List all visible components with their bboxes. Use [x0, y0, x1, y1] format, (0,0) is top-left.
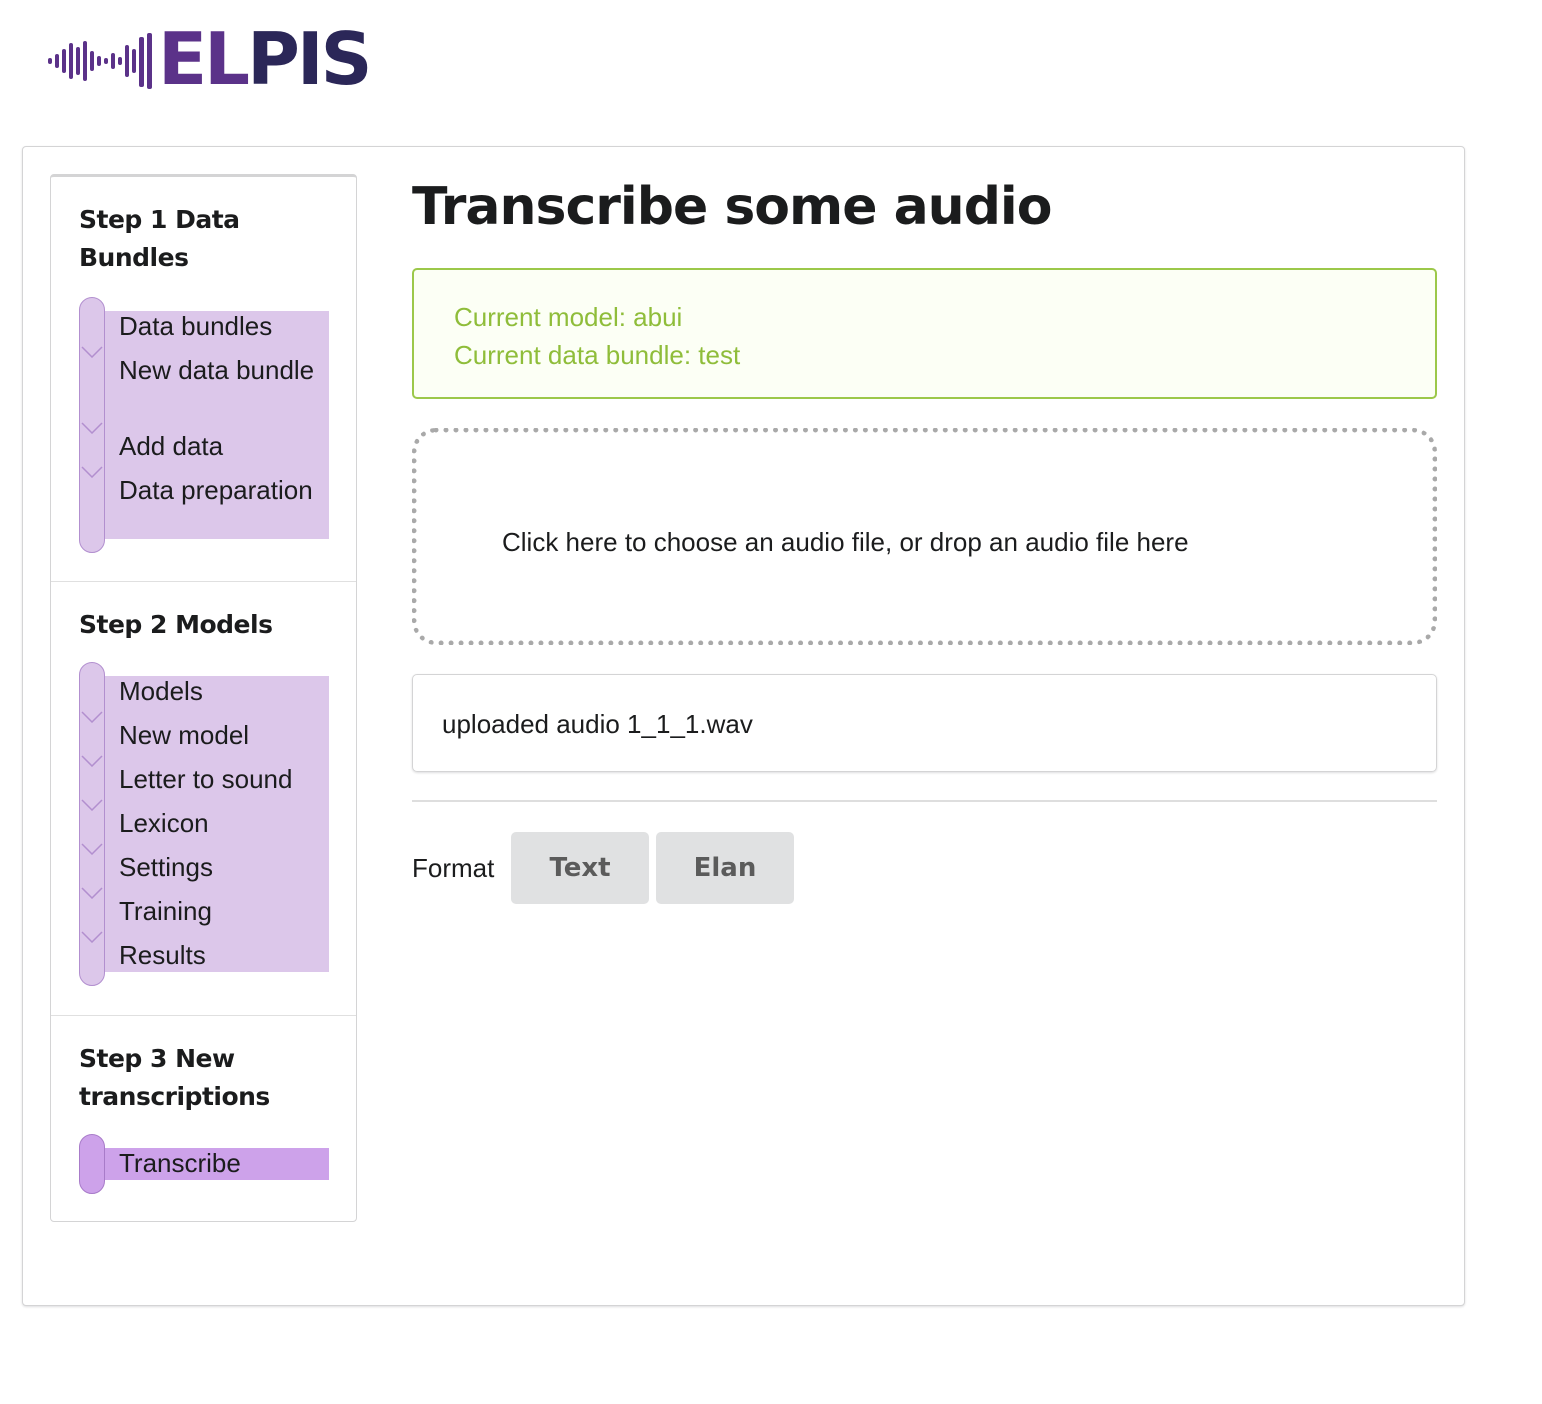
substep-data-bundles[interactable]: Data bundles — [119, 310, 329, 342]
current-status-message: Current model: abui Current data bundle:… — [412, 268, 1437, 399]
page-title: Transcribe some audio — [412, 177, 1052, 237]
chevron-down-icon — [81, 799, 103, 811]
chevron-down-icon — [81, 711, 103, 723]
audio-dropzone[interactable]: Click here to choose an audio file, or d… — [412, 428, 1437, 645]
substep-new-data-bundle[interactable]: New data bundle — [119, 354, 329, 386]
chevron-down-icon — [81, 931, 103, 943]
dropzone-instructions: Click here to choose an audio file, or d… — [502, 527, 1189, 557]
step-1: Step 1 Data Bundles Data bundles New dat… — [51, 177, 356, 582]
logo-wordmark-pis: PIS — [247, 17, 372, 101]
uploaded-audio-card: uploaded audio 1_1_1.wav — [412, 674, 1437, 772]
waveform-icon — [48, 33, 152, 89]
elpis-logo[interactable]: ELPIS — [48, 23, 372, 96]
substep-models[interactable]: Models — [119, 675, 329, 707]
logo-wordmark: ELPIS — [158, 23, 372, 95]
current-data-bundle-text: Current data bundle: test — [454, 340, 741, 370]
substep-lexicon[interactable]: Lexicon — [119, 807, 329, 839]
step-1-title: Step 1 Data Bundles — [79, 205, 240, 272]
substep-letter-to-sound[interactable]: Letter to sound — [119, 763, 329, 795]
chevron-down-icon — [81, 843, 103, 855]
current-model-text: Current model: abui — [454, 302, 683, 332]
step-2-substeps: Models New model Letter to sound Lexicon… — [79, 662, 329, 986]
format-text-button[interactable]: Text — [511, 832, 649, 904]
step-2-title: Step 2 Models — [79, 610, 273, 639]
uploaded-audio-text: uploaded audio 1_1_1.wav — [442, 709, 753, 739]
step-1-substeps: Data bundles New data bundle Add data Da… — [79, 297, 329, 553]
substep-transcribe[interactable]: Transcribe — [119, 1147, 329, 1179]
format-elan-button[interactable]: Elan — [656, 832, 794, 904]
step-progress-pill — [79, 662, 105, 986]
step-progress-pill — [79, 297, 105, 553]
substep-training[interactable]: Training — [119, 895, 329, 927]
step-2: Step 2 Models Models New model Letter to… — [51, 582, 356, 1016]
step-3-substeps: Transcribe — [79, 1134, 329, 1194]
substep-add-data[interactable]: Add data — [119, 430, 329, 462]
chevron-down-icon — [81, 422, 103, 434]
divider — [412, 800, 1437, 802]
step-progress-pill — [79, 1134, 105, 1194]
substep-data-preparation[interactable]: Data preparation — [119, 474, 329, 506]
chevron-down-icon — [81, 755, 103, 767]
substep-settings[interactable]: Settings — [119, 851, 329, 883]
substep-new-model[interactable]: New model — [119, 719, 329, 751]
chevron-down-icon — [81, 887, 103, 899]
logo-wordmark-el: EL — [158, 17, 250, 101]
substep-results[interactable]: Results — [119, 939, 329, 971]
step-3-title: Step 3 New transcriptions — [79, 1044, 270, 1111]
chevron-down-icon — [81, 346, 103, 358]
steps-sidebar: Step 1 Data Bundles Data bundles New dat… — [50, 174, 357, 1222]
chevron-down-icon — [81, 466, 103, 478]
step-3: Step 3 New transcriptions Transcribe — [51, 1016, 356, 1225]
format-label: Format — [412, 853, 495, 883]
